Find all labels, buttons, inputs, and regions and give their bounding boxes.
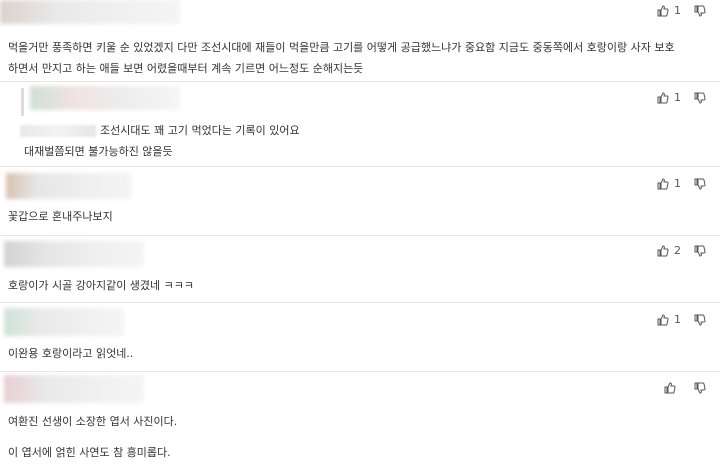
- divider: [0, 166, 720, 167]
- mention-redacted: [20, 125, 96, 137]
- vote-area: 1: [657, 91, 706, 104]
- reply-indicator: [21, 88, 24, 116]
- thumbs-up-icon[interactable]: [657, 313, 669, 326]
- avatar: [0, 0, 180, 24]
- avatar: [4, 308, 124, 336]
- thumbs-up-icon[interactable]: [657, 177, 669, 190]
- avatar: [6, 173, 131, 199]
- comment-line: 꽃갑으로 혼내주나보지: [8, 210, 113, 223]
- comment-line: 대재벌쯤되면 불가능하진 않을듯: [24, 145, 173, 158]
- divider: [0, 235, 720, 236]
- thumbs-down-icon[interactable]: [694, 178, 706, 190]
- vote-area: 1: [657, 4, 706, 17]
- divider: [0, 302, 720, 303]
- vote-area: 2: [657, 244, 706, 257]
- avatar: [30, 86, 180, 110]
- vote-area: 1: [657, 313, 706, 326]
- divider: [0, 81, 720, 82]
- comment-line: 여환진 선생이 소장한 엽서 사진이다.: [8, 415, 178, 428]
- thumbs-up-icon[interactable]: [657, 91, 669, 104]
- comment-text: 조선시대도 꽤 고기 먹었다는 기록이 있어요: [100, 124, 300, 137]
- comment-body: 여환진 선생이 소장한 엽서 사진이다. 이 엽서에 얽힌 사연도 참 흥미롭다…: [8, 411, 177, 463]
- avatar: [4, 375, 144, 403]
- like-count: 1: [674, 177, 681, 190]
- thumbs-up-icon[interactable]: [664, 382, 676, 394]
- thumbs-down-icon[interactable]: [694, 382, 706, 394]
- comment-line: 호랑이가 시골 강아지같이 생겼네 ㅋㅋㅋ: [8, 279, 195, 292]
- vote-area: 1: [657, 177, 706, 190]
- comment-line: 하면서 만지고 하는 애들 보면 어렸을때부터 계속 기르면 어느정도 순해지는…: [8, 62, 364, 75]
- thumbs-down-icon[interactable]: [694, 314, 706, 326]
- thumbs-up-icon[interactable]: [657, 244, 669, 257]
- thumbs-up-icon[interactable]: [657, 4, 669, 17]
- avatar: [4, 241, 144, 267]
- comment-body: 이완용 호랑이라고 읽엇네..: [8, 343, 133, 364]
- vote-area: [664, 382, 706, 394]
- divider: [0, 371, 720, 372]
- like-count: 1: [674, 91, 681, 104]
- like-count: 1: [674, 4, 681, 17]
- comment-line: 먹을거만 풍족하면 키울 순 있었겠지 다만 조선시대에 재들이 먹을만큼 고기…: [8, 41, 675, 54]
- thumbs-down-icon[interactable]: [694, 5, 706, 17]
- comment-line: 이 엽서에 얽힌 사연도 참 흥미롭다.: [8, 446, 171, 459]
- comment-body: 먹을거만 풍족하면 키울 순 있었겠지 다만 조선시대에 재들이 먹을만큼 고기…: [8, 37, 675, 79]
- comment-body: 꽃갑으로 혼내주나보지: [8, 206, 113, 227]
- comment-line: 이완용 호랑이라고 읽엇네..: [8, 347, 134, 360]
- like-count: 1: [674, 313, 681, 326]
- thumbs-down-icon[interactable]: [694, 92, 706, 104]
- comment-line: 조선시대도 꽤 고기 먹었다는 기록이 있어요: [20, 120, 300, 141]
- like-count: 2: [674, 244, 681, 257]
- comment-body: 조선시대도 꽤 고기 먹었다는 기록이 있어요 대재벌쯤되면 불가능하진 않을듯: [20, 120, 300, 162]
- thumbs-down-icon[interactable]: [694, 245, 706, 257]
- comment-body: 호랑이가 시골 강아지같이 생겼네 ㅋㅋㅋ: [8, 275, 194, 296]
